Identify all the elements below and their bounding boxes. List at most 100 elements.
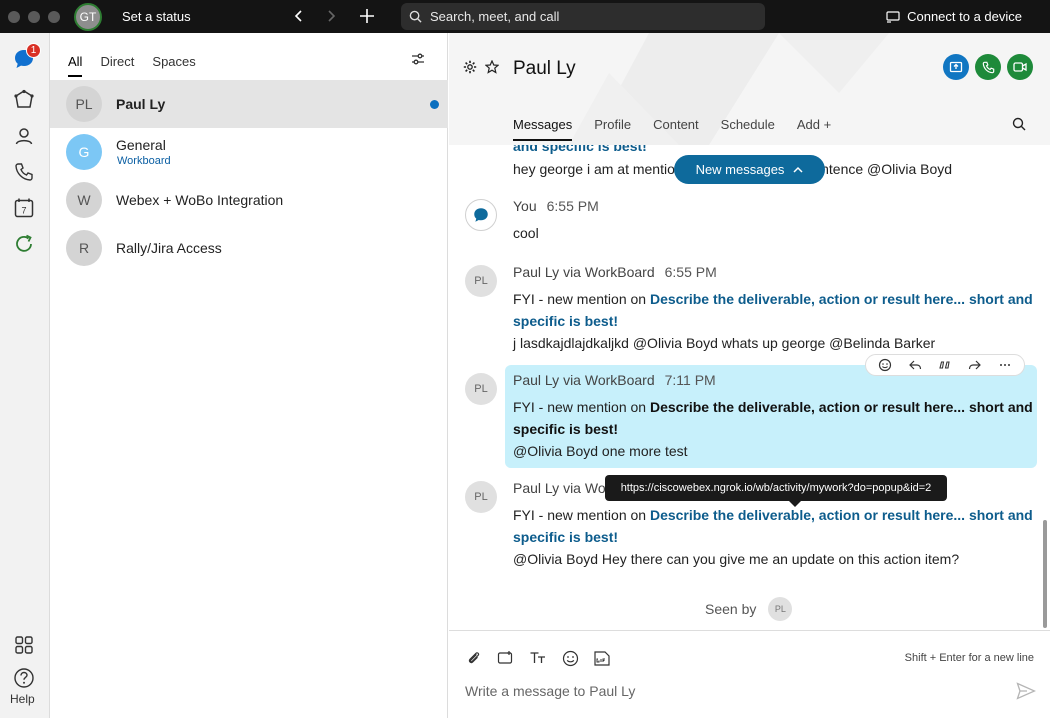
- window-close-button[interactable]: [8, 11, 20, 23]
- more-options-icon[interactable]: [998, 358, 1012, 372]
- tab-profile[interactable]: Profile: [594, 117, 631, 141]
- tab-schedule[interactable]: Schedule: [721, 117, 775, 141]
- conversation-item-general[interactable]: G General Workboard: [50, 128, 448, 176]
- you-avatar: [465, 199, 497, 231]
- message-input[interactable]: [465, 683, 1005, 699]
- message-header: Paul Ly via WorkBoard 7:11 PM: [513, 372, 716, 388]
- react-emoji-icon[interactable]: [878, 358, 892, 372]
- text-format-icon[interactable]: [527, 647, 549, 669]
- video-call-button[interactable]: [1007, 54, 1033, 80]
- phone-icon: [982, 61, 994, 73]
- message-prefix: FYI - new mention on: [513, 399, 650, 415]
- conversation-title: Paul Ly: [513, 58, 576, 79]
- gif-icon[interactable]: [591, 647, 613, 669]
- message-header: You 6:55 PM: [513, 198, 599, 214]
- tab-all[interactable]: All: [68, 54, 83, 77]
- connect-device-button[interactable]: Connect to a device: [886, 9, 1022, 24]
- connect-device-label: Connect to a device: [907, 9, 1022, 24]
- message-composer: Shift + Enter for a new line: [449, 630, 1050, 718]
- reply-icon[interactable]: [908, 358, 922, 372]
- window-minimize-button[interactable]: [28, 11, 40, 23]
- send-icon[interactable]: [1016, 682, 1037, 705]
- avatar: PL: [465, 373, 497, 405]
- seen-by-label: Seen by: [705, 601, 757, 617]
- conversation-filter-tabs: All Direct Spaces: [68, 54, 214, 77]
- message-prefix: FYI - new mention on: [513, 507, 650, 523]
- message-body: FYI - new mention on Describe the delive…: [513, 504, 1033, 548]
- conversation-name: Webex + WoBo Integration: [116, 192, 284, 208]
- avatar: PL: [465, 481, 497, 513]
- tab-add[interactable]: Add +: [797, 117, 831, 141]
- tab-messages[interactable]: Messages: [513, 117, 573, 141]
- message-actions-toolbar: [865, 354, 1025, 376]
- emoji-icon[interactable]: [559, 647, 581, 669]
- link-url-tooltip: https://ciscowebex.ngrok.io/wb/activity/…: [605, 475, 947, 507]
- conversation-item-paul-ly[interactable]: PL Paul Ly: [50, 80, 448, 128]
- new-messages-label: New messages: [695, 162, 785, 177]
- quote-icon[interactable]: [938, 358, 952, 372]
- calendar-day: 7: [21, 206, 26, 216]
- message-body: FYI - new mention on Describe the delive…: [513, 396, 1033, 440]
- plus-icon: +: [823, 117, 832, 132]
- conversation-name: Paul Ly: [116, 96, 166, 112]
- message-sender: Paul Ly via Wo: [513, 480, 606, 496]
- search-icon[interactable]: [1012, 117, 1026, 136]
- window-zoom-button[interactable]: [48, 11, 60, 23]
- user-avatar[interactable]: GT: [74, 3, 102, 31]
- conversation-list-panel: All Direct Spaces PL Paul Ly G General W…: [50, 33, 448, 718]
- conversation-name: Rally/Jira Access: [116, 240, 222, 256]
- message-sender: You: [513, 198, 537, 214]
- plus-icon[interactable]: [354, 3, 380, 29]
- refresh-icon[interactable]: [10, 230, 38, 258]
- title-bar: GT Set a status Search, meet, and call C…: [0, 0, 1050, 33]
- tab-content[interactable]: Content: [653, 117, 699, 141]
- message-body: cool: [513, 225, 539, 241]
- seen-by-avatar[interactable]: PL: [768, 597, 793, 621]
- conversation-panel: Paul Ly Messages Profile Content Schedul…: [449, 33, 1050, 718]
- settings-gear-icon[interactable]: [463, 60, 477, 79]
- help-icon[interactable]: [10, 664, 38, 692]
- video-icon: [1013, 62, 1027, 72]
- new-messages-button[interactable]: New messages: [674, 155, 825, 184]
- message-time: 6:55 PM: [546, 198, 599, 214]
- unread-badge: 1: [26, 43, 41, 58]
- tab-spaces[interactable]: Spaces: [152, 54, 195, 77]
- set-status-button[interactable]: Set a status: [122, 9, 191, 24]
- contacts-icon[interactable]: [10, 122, 38, 150]
- message-list: and specific is best! hey george i am at…: [449, 145, 1050, 630]
- attach-file-icon[interactable]: [463, 647, 485, 669]
- forward-message-icon[interactable]: [968, 358, 982, 372]
- calendar-icon[interactable]: 7: [10, 194, 38, 222]
- audio-call-button[interactable]: [975, 54, 1001, 80]
- conversation-tabs: Messages Profile Content Schedule Add +: [513, 117, 853, 141]
- chat-bubble-icon: [474, 208, 488, 222]
- left-rail: 1 7 Help: [0, 33, 50, 718]
- conversation-item-rally-jira[interactable]: R Rally/Jira Access: [50, 224, 448, 272]
- message-scrollbar[interactable]: [1043, 520, 1047, 628]
- forward-icon[interactable]: [318, 3, 344, 29]
- chevron-up-icon: [793, 166, 803, 173]
- message-body: @Olivia Boyd one more test: [513, 443, 688, 459]
- apps-grid-icon[interactable]: [10, 631, 38, 659]
- avatar: PL: [465, 265, 497, 297]
- calling-icon[interactable]: [10, 158, 38, 186]
- teams-icon[interactable]: [10, 86, 38, 114]
- favorite-star-icon[interactable]: [484, 59, 500, 79]
- filter-sliders-icon[interactable]: [411, 52, 425, 71]
- cast-icon: [886, 10, 900, 23]
- screen-capture-icon[interactable]: [495, 647, 517, 669]
- global-search-input[interactable]: Search, meet, and call: [401, 3, 765, 30]
- share-screen-button[interactable]: [943, 54, 969, 80]
- message-sender: Paul Ly via WorkBoard: [513, 264, 655, 280]
- back-icon[interactable]: [286, 3, 312, 29]
- tab-add-label: Add: [796, 117, 821, 132]
- message-time: 6:55 PM: [664, 264, 717, 280]
- avatar: R: [66, 230, 102, 266]
- message-body: j lasdkajdlajdkaljkd @Olivia Boyd whats …: [513, 335, 936, 351]
- avatar: PL: [66, 86, 102, 122]
- conversation-name: General: [116, 137, 166, 153]
- conversation-item-webex-wobo[interactable]: W Webex + WoBo Integration: [50, 176, 448, 224]
- help-label[interactable]: Help: [10, 692, 35, 706]
- avatar: G: [66, 134, 102, 170]
- tab-direct[interactable]: Direct: [100, 54, 134, 77]
